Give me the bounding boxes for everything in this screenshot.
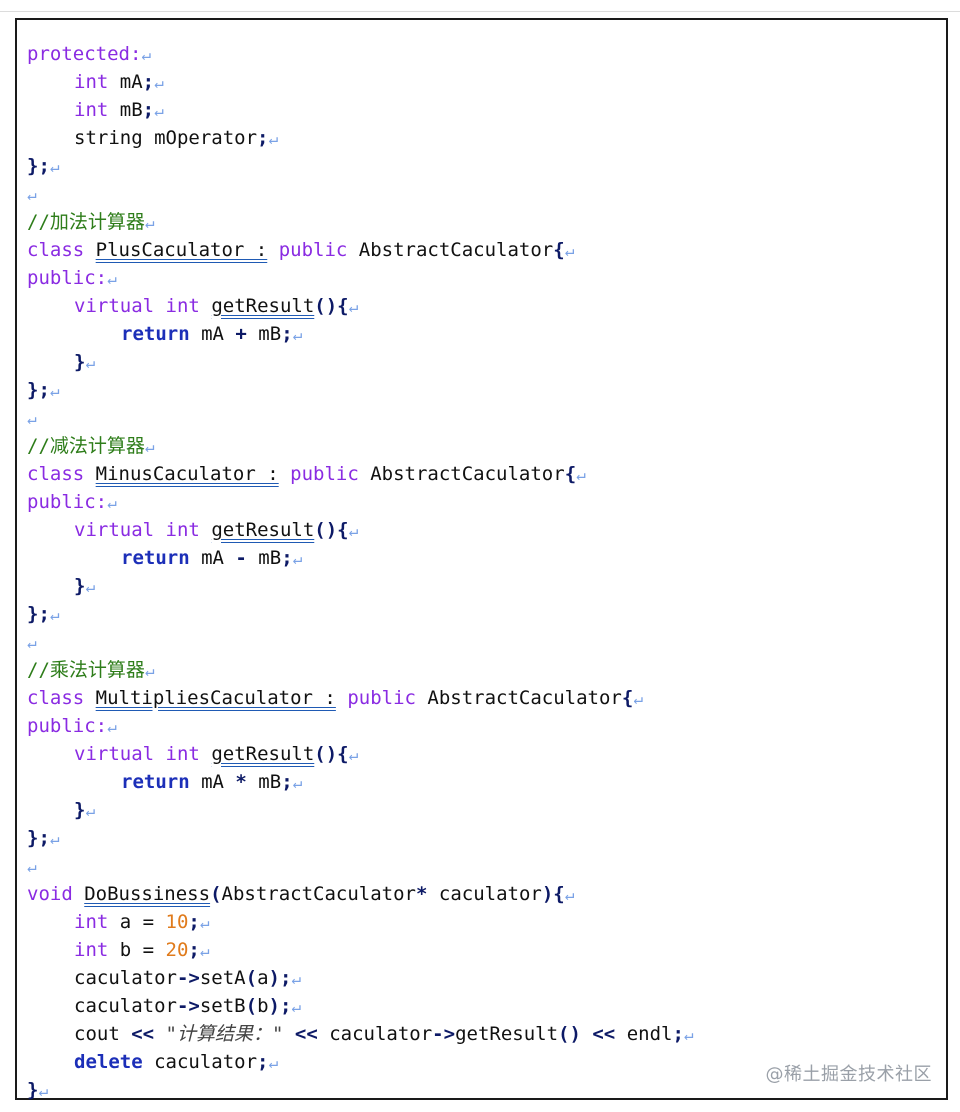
comment-minus: //减法计算器↵ — [27, 435, 155, 457]
code-line-endclass-1: };↵ — [27, 379, 60, 401]
code-line-close-3: }↵ — [74, 799, 96, 821]
method-minus-decl: virtual int getResult(){↵ — [74, 519, 359, 541]
method-mult-decl: virtual int getResult(){↵ — [74, 743, 359, 765]
delete-statement: delete caculator;↵ — [74, 1051, 279, 1073]
code-line-public-3: public:↵ — [27, 715, 117, 737]
class-minus-decl: class MinusCaculator : public AbstractCa… — [27, 463, 586, 485]
code-frame: protected:↵ int mA;↵ int mB;↵ string mOp… — [15, 18, 948, 1101]
code-line-close-2: }↵ — [74, 575, 96, 597]
watermark: @稀土掘金技术社区 — [765, 1064, 932, 1085]
code-line-public-1: public:↵ — [27, 267, 117, 289]
code-line-final: }↵ — [27, 1079, 49, 1101]
return-plus: return mA + mB;↵ — [121, 323, 303, 345]
return-mult: return mA * mB;↵ — [121, 771, 303, 793]
code-line-close-1: }↵ — [74, 351, 96, 373]
code-line-1: protected:↵ — [27, 43, 152, 65]
method-plus-decl: virtual int getResult(){↵ — [74, 295, 359, 317]
cout-statement: cout << "计算结果：" << caculator->getResult(… — [74, 1023, 694, 1045]
class-mult-decl: class MultipliesCaculator : public Abstr… — [27, 687, 643, 709]
code-line-6: ↵ — [27, 185, 37, 204]
function-dobussiness-decl: void DoBussiness(AbstractCaculator* cacu… — [27, 883, 575, 905]
code-line-blank-1: ↵ — [27, 409, 37, 428]
code-line-4: string mOperator;↵ — [74, 127, 279, 149]
call-setb: caculator->setB(b);↵ — [74, 995, 302, 1017]
code-line-endclass-3: };↵ — [27, 827, 60, 849]
comment-plus: //加法计算器↵ — [27, 211, 155, 233]
code-line-blank-2: ↵ — [27, 633, 37, 652]
call-seta: caculator->setA(a);↵ — [74, 967, 302, 989]
code-line-blank-3: ↵ — [27, 857, 37, 876]
top-divider — [0, 11, 960, 12]
code-line-3: int mB;↵ — [74, 99, 164, 121]
code-line-public-2: public:↵ — [27, 491, 117, 513]
code-line-2: int mA;↵ — [74, 71, 164, 93]
return-minus: return mA - mB;↵ — [121, 547, 303, 569]
decl-a: int a = 10;↵ — [74, 911, 210, 933]
code-line-endclass-2: };↵ — [27, 603, 60, 625]
class-plus-decl: class PlusCaculator : public AbstractCac… — [27, 239, 575, 261]
decl-b: int b = 20;↵ — [74, 939, 210, 961]
comment-mult: //乘法计算器↵ — [27, 659, 155, 681]
code-line-5: };↵ — [27, 155, 60, 177]
